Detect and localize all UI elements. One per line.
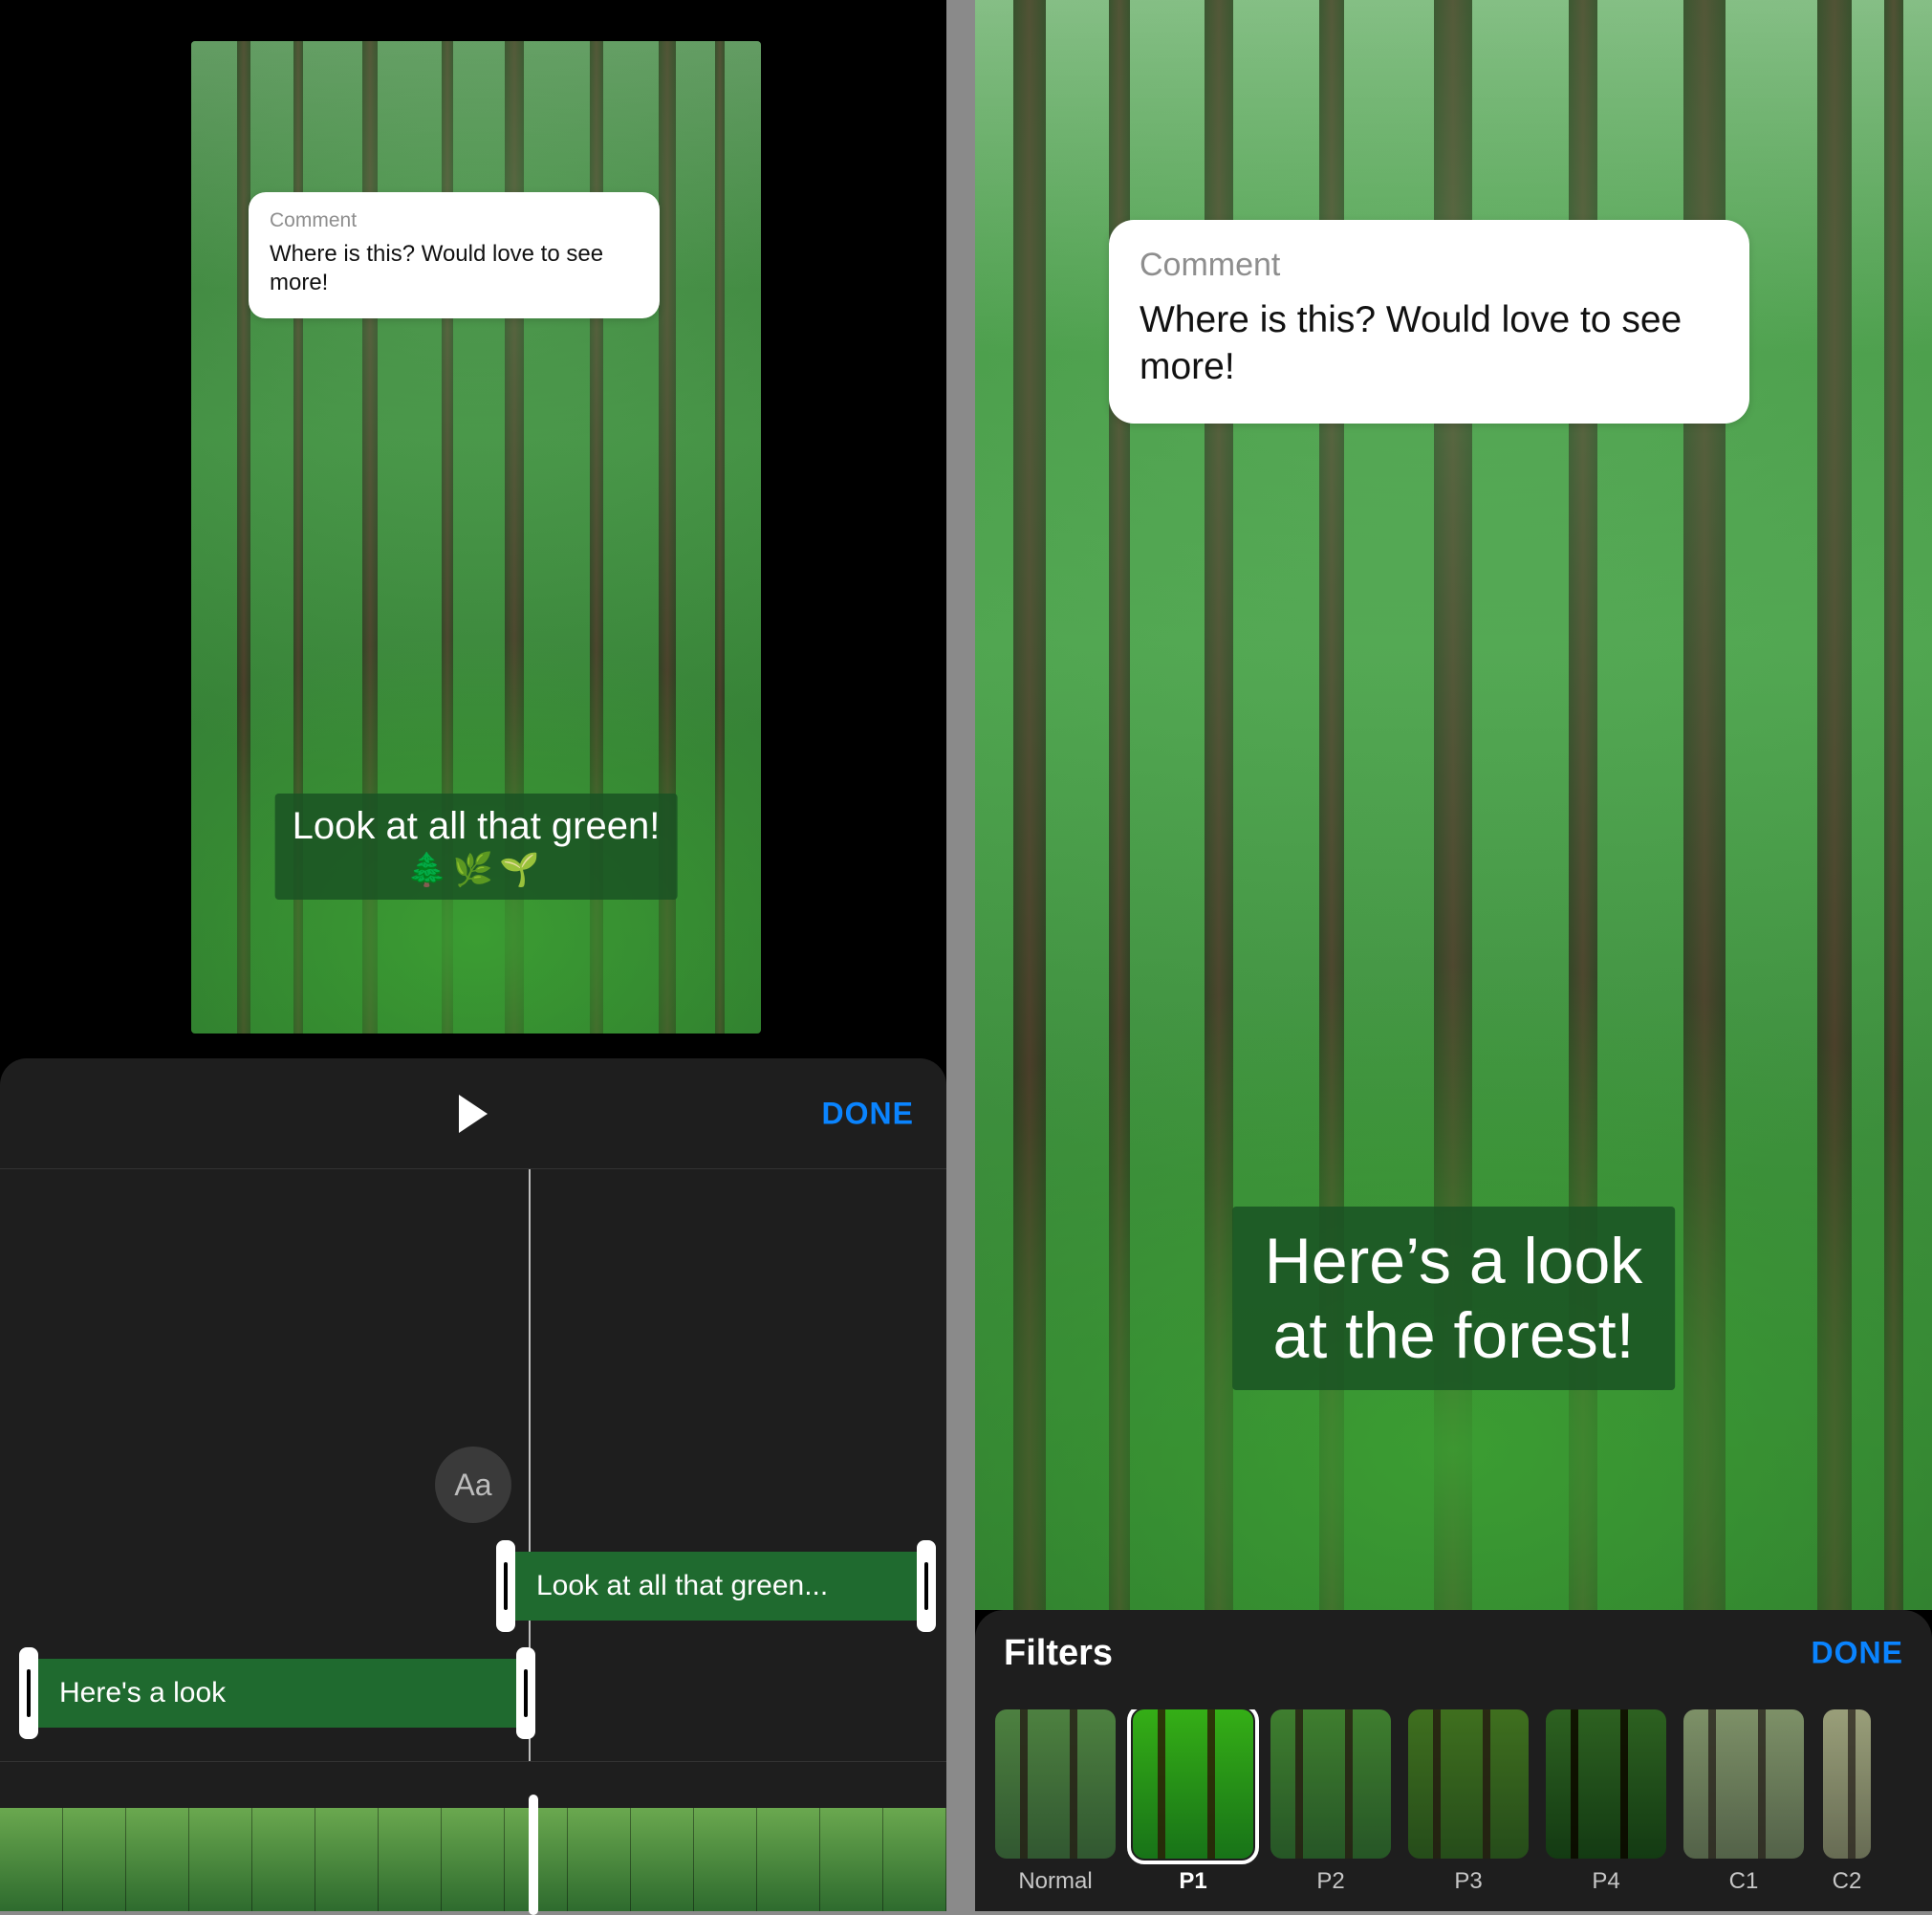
filter-thumbnail	[995, 1709, 1116, 1859]
video-filmstrip[interactable]	[0, 1808, 946, 1911]
filter-item-p3[interactable]: P3	[1405, 1709, 1531, 1900]
filter-label: P2	[1316, 1868, 1344, 1895]
caption-line-2: at the forest!	[1273, 1299, 1635, 1372]
done-button[interactable]: DONE	[1812, 1636, 1903, 1671]
caption-overlay[interactable]: Look at all that green! 🌲🌿🌱	[275, 794, 678, 900]
filter-thumbnail	[1546, 1709, 1666, 1859]
comment-text: Where is this? Would love to see more!	[1140, 297, 1719, 391]
comment-sticker[interactable]: Comment Where is this? Would love to see…	[249, 192, 660, 318]
filter-label: P3	[1454, 1868, 1482, 1895]
play-icon[interactable]	[459, 1095, 488, 1133]
filter-item-normal[interactable]: Normal	[992, 1709, 1118, 1900]
timeline-area[interactable]: Aa Look at all that green... Here's a lo…	[0, 1169, 946, 1762]
filter-thumbnail	[1133, 1709, 1253, 1859]
filmstrip-playhead[interactable]	[529, 1795, 538, 1915]
filter-thumbnail	[1683, 1709, 1804, 1859]
filters-screen: Comment Where is this? Would love to see…	[975, 0, 1932, 1911]
video-caption-editor-screen: Comment Where is this? Would love to see…	[0, 0, 946, 1911]
filter-label: C1	[1729, 1868, 1759, 1895]
clip-handle-left[interactable]	[19, 1647, 38, 1739]
caption-overlay[interactable]: Here’s a look at the forest!	[1232, 1207, 1676, 1390]
text-clip-upper[interactable]: Look at all that green...	[496, 1540, 936, 1632]
clip-label[interactable]: Look at all that green...	[515, 1552, 917, 1621]
video-preview[interactable]: Comment Where is this? Would love to see…	[975, 0, 1932, 1610]
add-text-button[interactable]: Aa	[435, 1447, 511, 1523]
clip-handle-right[interactable]	[917, 1540, 936, 1632]
comment-sticker[interactable]: Comment Where is this? Would love to see…	[1109, 220, 1749, 424]
done-button[interactable]: DONE	[822, 1096, 914, 1131]
filter-item-p4[interactable]: P4	[1543, 1709, 1669, 1900]
filter-thumbnail	[1270, 1709, 1391, 1859]
clip-label[interactable]: Here's a look	[38, 1659, 516, 1728]
filter-item-c1[interactable]: C1	[1681, 1709, 1807, 1900]
filter-item-c2[interactable]: C2	[1818, 1709, 1876, 1900]
clip-handle-right[interactable]	[516, 1647, 535, 1739]
editor-topbar: DONE	[0, 1058, 946, 1169]
clip-handle-left[interactable]	[496, 1540, 515, 1632]
filter-item-p2[interactable]: P2	[1268, 1709, 1394, 1900]
filters-title: Filters	[1004, 1633, 1113, 1674]
filter-label: P1	[1179, 1868, 1206, 1895]
filter-label: C2	[1833, 1868, 1862, 1895]
text-clip-lower[interactable]: Here's a look	[19, 1647, 535, 1739]
filter-label: Normal	[1018, 1868, 1092, 1895]
comment-text: Where is this? Would love to see more!	[270, 240, 639, 297]
filter-label: P4	[1592, 1868, 1619, 1895]
filter-item-p1[interactable]: P1	[1130, 1709, 1256, 1900]
video-preview[interactable]: Comment Where is this? Would love to see…	[191, 41, 761, 1034]
filter-list[interactable]: Normal P1 P2 P3 P4 C1 C2	[985, 1709, 1932, 1900]
comment-label: Comment	[270, 209, 639, 232]
caption-emoji: 🌲🌿🌱	[293, 851, 661, 890]
timeline-editor-panel: DONE Aa Look at all that green... Here's…	[0, 1058, 946, 1911]
filters-panel: Filters DONE Normal P1 P2 P3 P4 C1 C2	[975, 1610, 1932, 1911]
filter-thumbnail	[1823, 1709, 1871, 1859]
caption-text: Look at all that green!	[293, 805, 661, 847]
filter-thumbnail	[1408, 1709, 1529, 1859]
caption-line-1: Here’s a look	[1265, 1225, 1643, 1297]
comment-label: Comment	[1140, 247, 1719, 284]
